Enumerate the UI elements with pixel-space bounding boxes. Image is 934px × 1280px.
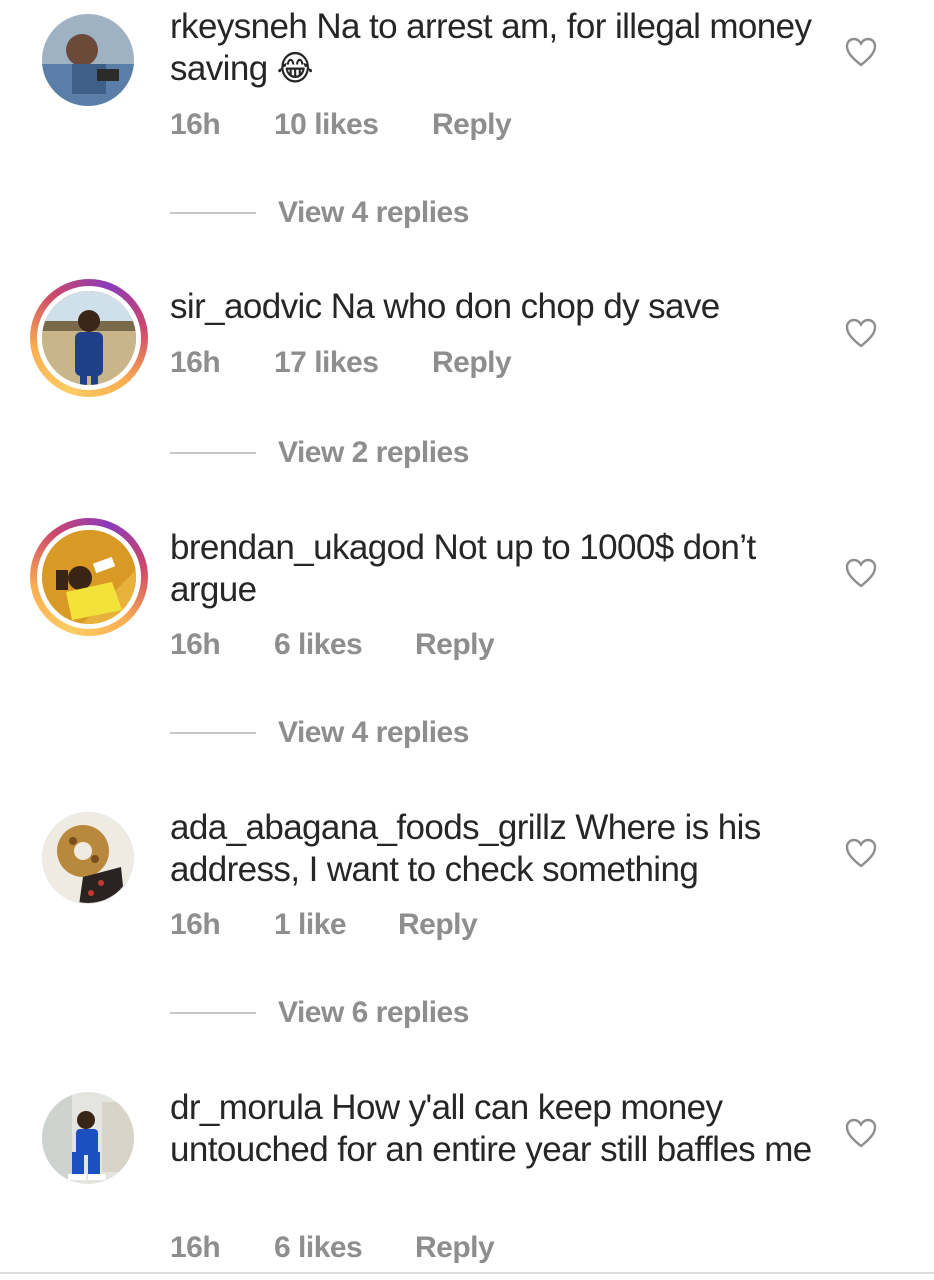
comment-text: ada_abagana_foods_grillz Where is his ad… [170,807,820,891]
heart-outline-icon[interactable] [845,838,877,868]
reply-button[interactable]: Reply [432,108,512,142]
comment-text: dr_morula How y'all can keep money untou… [170,1087,820,1171]
bottom-divider [0,1272,934,1274]
comment-meta: 16h 1 like Reply [170,908,478,942]
comment-text: sir_aodvic Na who don chop dy save [170,286,820,328]
avatar-image [42,812,134,904]
comment-username[interactable]: sir_aodvic [170,287,322,326]
reply-button[interactable]: Reply [415,1231,495,1265]
comment-time: 16h [170,108,221,141]
view-replies-label: View 2 replies [278,436,469,469]
avatar[interactable] [38,10,138,110]
view-replies-button[interactable]: View 4 replies [170,716,469,750]
avatar[interactable] [38,1088,138,1188]
avatar[interactable] [30,518,148,636]
reply-button[interactable]: Reply [415,628,495,662]
view-replies-label: View 4 replies [278,716,469,749]
replies-divider [170,1012,256,1014]
comment-username[interactable]: rkeysneh [170,7,308,46]
reply-button[interactable]: Reply [432,346,512,380]
comment-likes[interactable]: 6 likes [274,628,415,662]
avatar[interactable] [38,808,138,908]
comment-likes[interactable]: 6 likes [274,1231,415,1265]
avatar-image [37,286,141,390]
comment-username[interactable]: ada_abagana_foods_grillz [170,808,567,847]
comment-username[interactable]: brendan_ukagod [170,528,425,567]
heart-outline-icon[interactable] [845,37,877,67]
avatar-image [37,525,141,629]
comment-meta: 16h 10 likes Reply [170,108,512,142]
heart-outline-icon[interactable] [845,558,877,588]
comment-time: 16h [170,1231,221,1264]
view-replies-label: View 6 replies [278,996,469,1029]
replies-divider [170,452,256,454]
comment-likes[interactable]: 1 like [274,908,398,942]
avatar[interactable] [30,279,148,397]
comment-time: 16h [170,346,221,379]
comment-meta: 16h 17 likes Reply [170,346,512,380]
comment-username[interactable]: dr_morula [170,1088,323,1127]
replies-divider [170,732,256,734]
comment-meta: 16h 6 likes Reply [170,1231,495,1265]
view-replies-button[interactable]: View 6 replies [170,996,469,1030]
view-replies-label: View 4 replies [278,196,469,229]
view-replies-button[interactable]: View 4 replies [170,196,469,230]
replies-divider [170,212,256,214]
comment-likes[interactable]: 10 likes [274,108,432,142]
avatar-image [42,1092,134,1184]
comment-body: Na who don chop dy save [330,287,721,326]
avatar-image [42,14,134,106]
heart-outline-icon[interactable] [845,318,877,348]
comment-time: 16h [170,908,221,941]
comment-likes[interactable]: 17 likes [274,346,432,380]
comment-text: brendan_ukagod Not up to 1000$ don’t arg… [170,527,820,611]
comment-meta: 16h 6 likes Reply [170,628,495,662]
comment-text: rkeysneh Na to arrest am, for illegal mo… [170,6,820,90]
view-replies-button[interactable]: View 2 replies [170,436,469,470]
comment-time: 16h [170,628,221,661]
heart-outline-icon[interactable] [845,1118,877,1148]
reply-button[interactable]: Reply [398,908,478,942]
